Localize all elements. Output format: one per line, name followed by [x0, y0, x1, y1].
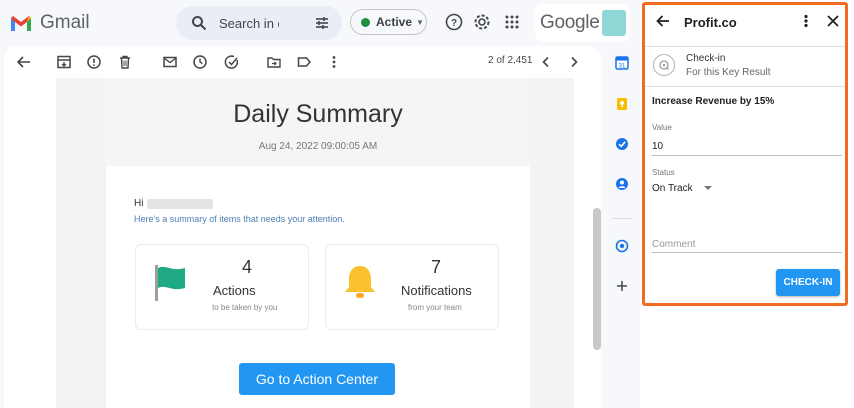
more-vertical-icon[interactable]	[326, 54, 342, 70]
panel-back-arrow-icon[interactable]	[655, 13, 671, 29]
svg-text:31: 31	[619, 64, 626, 70]
add-addon-plus-icon[interactable]	[615, 279, 629, 293]
side-divider	[612, 218, 632, 219]
value-label: Value	[652, 123, 672, 132]
checkin-title: Check-in	[686, 53, 726, 64]
summary-text: Here's a summary of items that needs you…	[134, 214, 345, 224]
google-account-button[interactable]: Google	[535, 4, 630, 42]
settings-gear-icon[interactable]	[472, 12, 492, 32]
checkin-subtitle: For this Key Result	[686, 67, 771, 78]
search-input[interactable]: Search in er	[219, 16, 279, 31]
redacted-name	[147, 198, 214, 209]
notifications-sub: from your team	[408, 303, 462, 312]
comment-field-underline	[652, 252, 842, 253]
gmail-logo[interactable]: Gmail	[10, 12, 90, 34]
status-field-label: Status	[652, 168, 675, 177]
bell-icon	[345, 266, 375, 298]
gmail-wordmark: Gmail	[40, 12, 90, 33]
search-icon[interactable]	[191, 15, 207, 31]
scrollbar[interactable]	[593, 208, 601, 350]
report-spam-icon[interactable]	[86, 54, 102, 70]
email-date: Aug 24, 2022 09:00:05 AM	[258, 141, 378, 152]
search-options-icon[interactable]	[314, 15, 330, 31]
avatar[interactable]	[602, 10, 626, 36]
panel-title: Profit.co	[684, 15, 737, 30]
search-bar[interactable]: Search in er	[176, 6, 342, 40]
caret-down-icon: ▼	[416, 17, 424, 27]
apps-grid-icon[interactable]	[502, 12, 522, 32]
value-field-underline	[652, 155, 842, 156]
newer-chevron-left-icon[interactable]	[538, 54, 554, 70]
profitco-addon-icon[interactable]	[615, 239, 629, 253]
svg-text:?: ?	[451, 18, 457, 29]
actions-label: Actions	[213, 283, 256, 298]
status-dropdown[interactable]: Active ▼	[350, 9, 427, 35]
addon-highlight-border	[642, 2, 848, 306]
status-dot	[361, 17, 370, 27]
tasks-icon[interactable]	[615, 137, 629, 151]
status-select[interactable]: On Track	[652, 183, 693, 194]
go-to-action-center-button[interactable]: Go to Action Center	[239, 363, 395, 395]
status-label: Active	[376, 15, 413, 29]
key-result-name: Increase Revenue by 15%	[652, 96, 775, 107]
panel-section-divider	[645, 86, 845, 87]
snooze-clock-icon[interactable]	[192, 54, 208, 70]
flag-icon	[155, 265, 185, 301]
panel-close-icon[interactable]	[826, 14, 840, 28]
keep-icon[interactable]	[615, 97, 629, 111]
notifications-label: Notifications	[401, 283, 472, 298]
panel-header-divider	[645, 46, 845, 47]
google-wordmark: Google	[540, 12, 600, 33]
delete-icon[interactable]	[117, 54, 133, 70]
status-caret-down-icon[interactable]	[704, 186, 712, 190]
notifications-card[interactable]: 7 Notifications from your team	[325, 244, 499, 330]
email-title: Daily Summary	[233, 100, 403, 128]
actions-count: 4	[242, 257, 253, 277]
archive-icon[interactable]	[56, 54, 72, 70]
check-in-button[interactable]: CHECK-IN	[776, 269, 840, 296]
calendar-icon[interactable]: 31	[615, 56, 629, 70]
checkin-icon	[653, 54, 675, 76]
move-to-folder-icon[interactable]	[266, 54, 282, 70]
message-counter: 2 of 2,451	[488, 55, 533, 66]
mark-unread-icon[interactable]	[162, 54, 178, 70]
add-task-icon[interactable]	[224, 54, 240, 70]
panel-more-vertical-icon[interactable]	[802, 13, 810, 29]
message-toolbar: 2 of 2,451	[4, 46, 601, 78]
contacts-icon[interactable]	[615, 177, 629, 191]
value-field[interactable]: 10	[652, 141, 663, 152]
actions-sub: to be taken by you	[212, 303, 278, 312]
back-arrow-icon[interactable]	[16, 54, 32, 70]
notifications-count: 7	[431, 257, 442, 277]
older-chevron-right-icon[interactable]	[566, 54, 582, 70]
help-icon[interactable]: ?	[444, 12, 464, 32]
greeting: Hi	[134, 198, 214, 209]
actions-card[interactable]: 4 Actions to be taken by you	[135, 244, 309, 330]
gmail-m-icon	[11, 16, 31, 31]
greeting-text: Hi	[134, 198, 144, 209]
email-header-card: Daily Summary Aug 24, 2022 09:00:05 AM	[106, 78, 530, 166]
label-icon[interactable]	[296, 54, 312, 70]
comment-field[interactable]: Comment	[652, 239, 695, 250]
